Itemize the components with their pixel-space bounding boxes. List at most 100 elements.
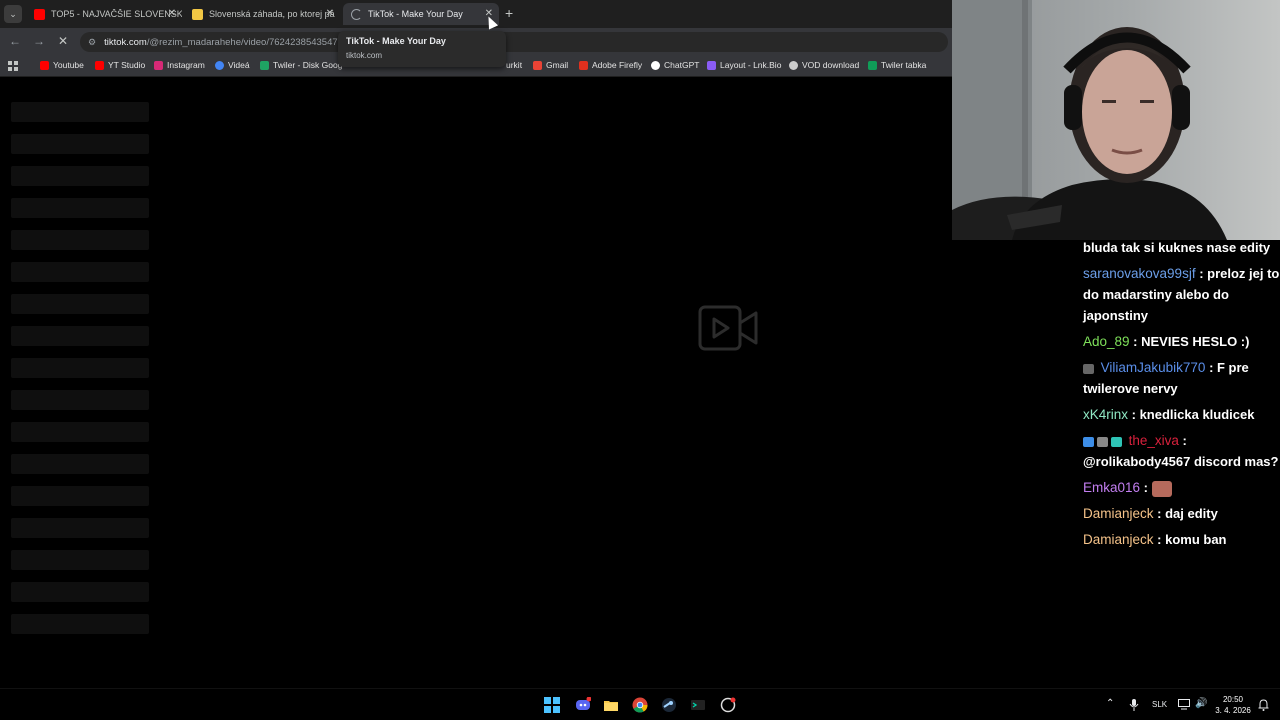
bookmark-adobe-firefly[interactable]: Adobe Firefly	[579, 60, 642, 70]
browser-window: ⌄ TOP5 - NAJVAČŠIE SLOVENSKÉ ✕ Slovenská…	[0, 0, 952, 688]
sheets-icon	[868, 60, 877, 70]
skeleton-item	[11, 518, 149, 538]
bookmark-label: ChatGPT	[664, 60, 700, 70]
gmail-icon	[533, 60, 542, 70]
skeleton-item	[11, 262, 149, 282]
bookmark-label: urkit	[506, 60, 523, 70]
chat-message: bluda tak si kuknes nase edity	[1078, 237, 1280, 258]
emote-icon	[1151, 480, 1172, 497]
bookmark-icon	[192, 8, 203, 20]
stop-icon[interactable]: ✕	[58, 34, 68, 48]
bookmark-layout-lnkbio[interactable]: Layout - Lnk.Bio	[707, 60, 781, 70]
chat-username[interactable]: Damianjeck	[1083, 532, 1154, 547]
close-icon[interactable]: ✕	[326, 8, 334, 20]
chat-username[interactable]: saranovakova99sjf	[1083, 266, 1196, 281]
tab-slovenska-zahada[interactable]: Slovenská záhada, po ktorej pá ✕	[184, 3, 340, 25]
chat-username[interactable]: Ado_89	[1083, 334, 1130, 349]
chat-username[interactable]: ViliamJakubik770	[1101, 360, 1206, 375]
chat-username[interactable]: the_xiva	[1129, 433, 1179, 448]
bookmark-gmail[interactable]: Gmail	[533, 60, 568, 70]
close-icon[interactable]: ✕	[168, 8, 176, 20]
stream-chat: bluda tak si kuknes nase edity saranovak…	[1078, 237, 1280, 555]
loading-icon	[351, 8, 362, 20]
hover-card-domain: tiktok.com	[346, 51, 383, 60]
bookmark-vod-download[interactable]: VOD download	[789, 60, 859, 70]
bookmark-twiler-tabka[interactable]: Twiler tabka	[868, 60, 926, 70]
bookmark-youtube[interactable]: Youtube	[40, 60, 84, 70]
chat-text: : komu ban	[1157, 532, 1227, 547]
obs-icon[interactable]	[720, 697, 736, 713]
streamer-webcam-image	[952, 0, 1227, 240]
bookmark-urkit[interactable]: urkit	[506, 60, 522, 70]
site-info-icon[interactable]: ⚙	[88, 37, 96, 48]
tab-search-button[interactable]: ⌄	[4, 5, 22, 23]
badge-icon	[1083, 436, 1094, 447]
tab-strip: ⌄ TOP5 - NAJVAČŠIE SLOVENSKÉ ✕ Slovenská…	[0, 0, 952, 28]
tab-tiktok[interactable]: TikTok - Make Your Day ✕	[343, 3, 499, 25]
address-bar[interactable]: ⚙ tiktok.com/@rezim_madarahehe/video/762…	[80, 32, 948, 52]
chat-message: saranovakova99sjf : preloz jej to do mad…	[1078, 263, 1280, 326]
microphone-icon[interactable]	[1129, 699, 1139, 711]
bookmark-yt-studio[interactable]: YT Studio	[95, 60, 145, 70]
chatgpt-icon	[651, 60, 660, 70]
bookmark-chatgpt[interactable]: ChatGPT	[651, 60, 699, 70]
download-icon	[789, 60, 798, 70]
notification-bell-icon[interactable]	[1258, 699, 1269, 711]
chat-username[interactable]: xK4rinx	[1083, 407, 1128, 422]
tab-title: TOP5 - NAJVAČŠIE SLOVENSKÉ	[51, 9, 182, 19]
chrome-icon[interactable]	[632, 697, 648, 713]
tab-title: Slovenská záhada, po ktorej pá	[209, 9, 335, 19]
skeleton-item	[11, 550, 149, 570]
yt-studio-icon	[95, 60, 104, 70]
url-host: tiktok.com	[104, 36, 147, 48]
windows-taskbar: ⌃ SLK 🔊 20:50 3. 4. 2026	[0, 688, 1280, 720]
chat-username[interactable]: Emka016	[1083, 480, 1140, 495]
discord-icon[interactable]	[575, 697, 591, 713]
tab-hover-card: TikTok - Make Your Day tiktok.com	[338, 31, 506, 67]
apps-grid-icon[interactable]	[8, 61, 18, 71]
bookmark-label: Gmail	[546, 60, 569, 70]
steam-icon[interactable]	[661, 697, 677, 713]
adobe-firefly-icon	[579, 60, 588, 70]
file-explorer-icon[interactable]	[603, 697, 619, 713]
skeleton-item	[11, 134, 149, 154]
bookmark-label: Instagram	[167, 60, 205, 70]
new-tab-button[interactable]: +	[505, 5, 513, 21]
chat-text: : daj edity	[1157, 506, 1218, 521]
skeleton-item	[11, 326, 149, 346]
bookmark-label: Twiler tabka	[881, 60, 927, 70]
clock-time: 20:50	[1222, 695, 1244, 704]
terminal-icon[interactable]	[690, 697, 706, 713]
badge-icon	[1111, 436, 1122, 447]
skeleton-item	[11, 390, 149, 410]
network-icon[interactable]	[1178, 699, 1190, 710]
bookmark-twiler-disk[interactable]: Twiler - Disk Goog	[260, 60, 342, 70]
videos-icon	[215, 60, 224, 70]
lnkbio-icon	[707, 60, 716, 70]
tab-youtube[interactable]: TOP5 - NAJVAČŠIE SLOVENSKÉ ✕	[26, 3, 182, 25]
youtube-icon	[40, 60, 49, 70]
chat-message: Damianjeck : daj edity	[1078, 503, 1280, 524]
volume-icon[interactable]: 🔊	[1195, 698, 1207, 709]
language-indicator[interactable]: SLK	[1152, 700, 1167, 709]
bookmark-videa[interactable]: Videá	[215, 60, 250, 70]
chat-username[interactable]: Damianjeck	[1083, 506, 1154, 521]
chevron-up-icon[interactable]: ⌃	[1106, 698, 1114, 709]
bookmark-label: VOD download	[802, 60, 860, 70]
skeleton-item	[11, 294, 149, 314]
chat-message: Ado_89 : NEVIES HESLO :)	[1078, 331, 1280, 352]
windows-start-icon[interactable]	[544, 697, 560, 713]
back-icon[interactable]: ←	[9, 34, 21, 48]
chat-message: Emka016 :	[1078, 477, 1280, 498]
skeleton-item	[11, 614, 149, 634]
video-placeholder-icon	[698, 305, 758, 351]
screen: ⌄ TOP5 - NAJVAČŠIE SLOVENSKÉ ✕ Slovenská…	[0, 0, 1280, 720]
bookmark-instagram[interactable]: Instagram	[154, 60, 205, 70]
chat-text: bluda tak si kuknes nase edity	[1083, 240, 1271, 255]
webcam-overlay	[952, 0, 1280, 240]
bookmark-label: YT Studio	[108, 60, 146, 70]
system-clock[interactable]: 20:50 3. 4. 2026	[1213, 694, 1253, 716]
skeleton-item	[11, 102, 149, 122]
skeleton-item	[11, 486, 149, 506]
forward-icon[interactable]: →	[33, 34, 45, 48]
